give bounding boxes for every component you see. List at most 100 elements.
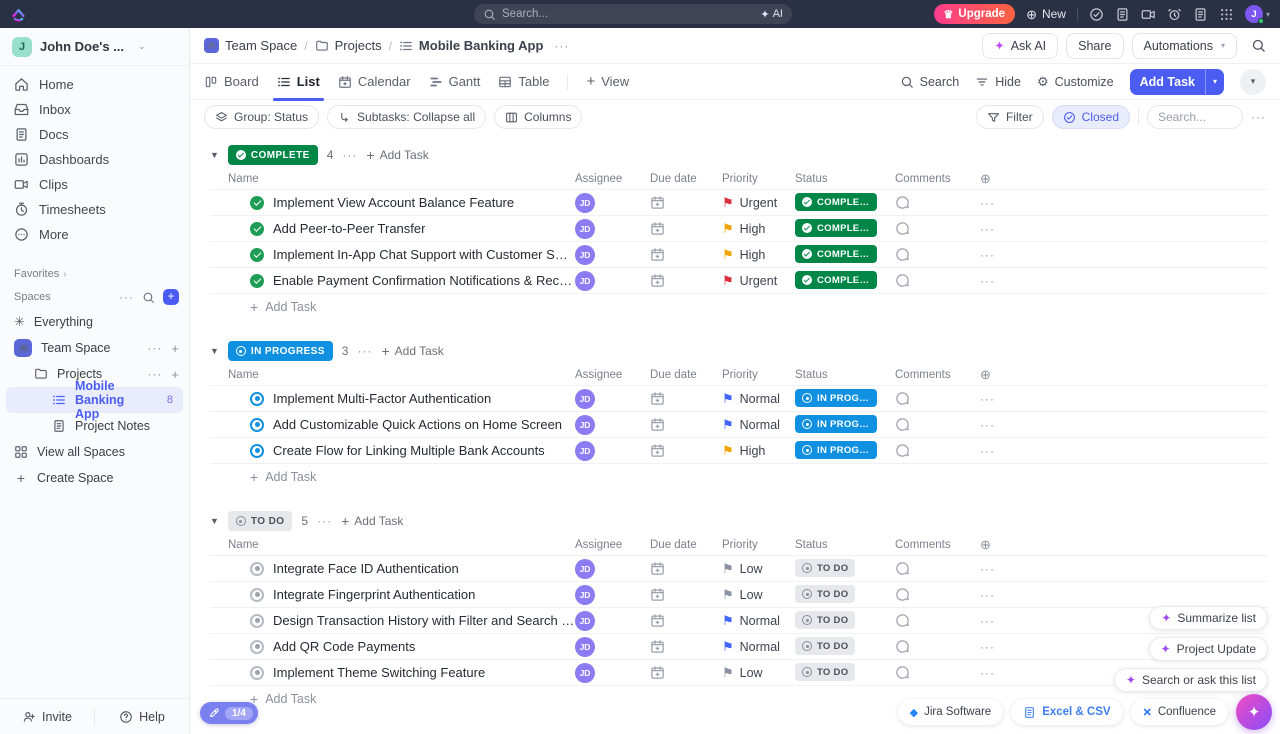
add-to-space-icon[interactable]: + bbox=[171, 341, 179, 356]
task-row[interactable]: Implement In-App Chat Support with Custo… bbox=[210, 242, 1268, 268]
status-badge[interactable]: COMPLETE bbox=[795, 219, 877, 237]
sidebar-item-timesheets[interactable]: Timesheets bbox=[0, 197, 189, 222]
column-comments[interactable]: Comments bbox=[895, 173, 980, 185]
sidebar-item-clips[interactable]: Clips bbox=[0, 172, 189, 197]
breadcrumb-menu-icon[interactable]: ··· bbox=[554, 39, 569, 53]
priority-cell[interactable]: ⚑High bbox=[722, 444, 795, 458]
add-view-button[interactable]: +View bbox=[586, 64, 629, 100]
priority-cell[interactable]: ⚑Low bbox=[722, 588, 795, 602]
group-add-task-button[interactable]: +Add Task bbox=[341, 513, 403, 529]
assignee-avatar[interactable]: JD bbox=[575, 193, 595, 213]
priority-cell[interactable]: ⚑Normal bbox=[722, 640, 795, 654]
comments-icon[interactable] bbox=[895, 273, 910, 288]
list-search-button[interactable]: Search bbox=[900, 75, 960, 89]
sidebar-item-team-space[interactable]: Team Space ···+ bbox=[0, 335, 189, 361]
task-name[interactable]: Design Transaction History with Filter a… bbox=[273, 613, 575, 628]
account-menu[interactable]: J ▾ bbox=[1245, 5, 1270, 23]
task-todo-icon[interactable] bbox=[250, 666, 264, 680]
due-date-icon[interactable] bbox=[650, 417, 665, 432]
customize-button[interactable]: ⚙Customize bbox=[1037, 74, 1114, 90]
due-date-icon[interactable] bbox=[650, 613, 665, 628]
task-complete-icon[interactable] bbox=[250, 196, 264, 210]
task-row[interactable]: Add QR Code Payments JD ⚑Normal TO DO ··… bbox=[210, 634, 1268, 660]
header-search-icon[interactable] bbox=[1251, 38, 1266, 53]
record-clip-icon[interactable] bbox=[1141, 7, 1156, 22]
priority-cell[interactable]: ⚑Normal bbox=[722, 614, 795, 628]
upgrade-button[interactable]: ♛Upgrade bbox=[934, 4, 1016, 24]
task-row[interactable]: Integrate Fingerprint Authentication JD … bbox=[210, 582, 1268, 608]
add-task-button[interactable]: Add Task ▾ bbox=[1130, 69, 1224, 95]
due-date-icon[interactable] bbox=[650, 247, 665, 262]
comments-icon[interactable] bbox=[895, 195, 910, 210]
sidebar-item-mobile-banking-app[interactable]: Mobile Banking App 8 bbox=[6, 387, 183, 413]
task-row[interactable]: Implement Theme Switching Feature JD ⚑Lo… bbox=[210, 660, 1268, 686]
group-by-pill[interactable]: Group: Status bbox=[204, 105, 319, 129]
task-name[interactable]: Implement In-App Chat Support with Custo… bbox=[273, 247, 575, 262]
task-row[interactable]: Implement Multi-Factor Authentication JD… bbox=[210, 386, 1268, 412]
due-date-icon[interactable] bbox=[650, 273, 665, 288]
columns-pill[interactable]: Columns bbox=[494, 105, 582, 129]
sidebar-item-project-notes[interactable]: Project Notes bbox=[0, 413, 189, 439]
status-badge[interactable]: TO DO bbox=[795, 611, 855, 629]
add-column-icon[interactable]: ⊕ bbox=[980, 171, 991, 186]
subtasks-pill[interactable]: Subtasks: Collapse all bbox=[327, 105, 486, 129]
priority-cell[interactable]: ⚑Low bbox=[722, 666, 795, 680]
column-priority[interactable]: Priority bbox=[722, 539, 795, 551]
column-due-date[interactable]: Due date bbox=[650, 369, 722, 381]
column-status[interactable]: Status bbox=[795, 539, 895, 551]
row-menu-icon[interactable]: ··· bbox=[980, 392, 995, 406]
sidebar-item-everything[interactable]: ✳Everything bbox=[0, 309, 189, 335]
due-date-icon[interactable] bbox=[650, 587, 665, 602]
tab-board[interactable]: Board bbox=[204, 64, 259, 100]
group-add-task-button[interactable]: +Add Task bbox=[366, 147, 428, 163]
comments-icon[interactable] bbox=[895, 391, 910, 406]
row-menu-icon[interactable]: ··· bbox=[980, 418, 995, 432]
status-badge[interactable]: COMPLETE bbox=[795, 193, 877, 211]
due-date-icon[interactable] bbox=[650, 391, 665, 406]
status-badge[interactable]: COMPLETE bbox=[795, 245, 877, 263]
comments-icon[interactable] bbox=[895, 561, 910, 576]
excel-csv-button[interactable]: Excel & CSV bbox=[1011, 699, 1122, 725]
group-menu-icon[interactable]: ··· bbox=[357, 344, 372, 358]
tab-list[interactable]: List bbox=[277, 64, 320, 100]
sidebar-item-inbox[interactable]: Inbox bbox=[0, 97, 189, 122]
assignee-avatar[interactable]: JD bbox=[575, 245, 595, 265]
group-menu-icon[interactable]: ··· bbox=[317, 514, 332, 528]
task-row[interactable]: Create Flow for Linking Multiple Bank Ac… bbox=[210, 438, 1268, 464]
task-name[interactable]: Integrate Face ID Authentication bbox=[273, 561, 459, 576]
task-todo-icon[interactable] bbox=[250, 588, 264, 602]
task-name[interactable]: Integrate Fingerprint Authentication bbox=[273, 587, 475, 602]
list-search-input[interactable] bbox=[1158, 110, 1232, 124]
task-name[interactable]: Implement Multi-Factor Authentication bbox=[273, 391, 491, 406]
clickup-logo-icon[interactable] bbox=[10, 6, 27, 23]
sidebar-item-more[interactable]: More bbox=[0, 222, 189, 247]
assignee-avatar[interactable]: JD bbox=[575, 415, 595, 435]
tab-table[interactable]: Table bbox=[498, 64, 549, 100]
row-menu-icon[interactable]: ··· bbox=[980, 248, 995, 262]
task-todo-icon[interactable] bbox=[250, 614, 264, 628]
global-search[interactable]: ✦AI bbox=[474, 4, 792, 24]
closed-pill[interactable]: Closed bbox=[1052, 105, 1130, 129]
column-due-date[interactable]: Due date bbox=[650, 173, 722, 185]
group-status-badge[interactable]: TO DO bbox=[228, 511, 292, 531]
project-update-button[interactable]: ✦Project Update bbox=[1149, 637, 1268, 661]
task-todo-icon[interactable] bbox=[250, 562, 264, 576]
column-name[interactable]: Name bbox=[228, 539, 575, 551]
row-menu-icon[interactable]: ··· bbox=[980, 640, 995, 654]
trial-progress-pill[interactable]: 1/4 bbox=[200, 702, 258, 724]
help-button[interactable]: Help bbox=[95, 710, 189, 724]
status-badge[interactable]: TO DO bbox=[795, 637, 855, 655]
assignee-avatar[interactable]: JD bbox=[575, 663, 595, 683]
task-in-progress-icon[interactable] bbox=[250, 392, 264, 406]
status-badge[interactable]: TO DO bbox=[795, 663, 855, 681]
priority-cell[interactable]: ⚑Urgent bbox=[722, 274, 795, 288]
comments-icon[interactable] bbox=[895, 247, 910, 262]
comments-icon[interactable] bbox=[895, 587, 910, 602]
collapse-group-icon[interactable]: ▼ bbox=[210, 150, 219, 160]
task-name[interactable]: Add Customizable Quick Actions on Home S… bbox=[273, 417, 562, 432]
invite-button[interactable]: Invite bbox=[0, 710, 94, 724]
assignee-avatar[interactable]: JD bbox=[575, 637, 595, 657]
column-priority[interactable]: Priority bbox=[722, 173, 795, 185]
tab-gantt[interactable]: Gantt bbox=[429, 64, 481, 100]
due-date-icon[interactable] bbox=[650, 639, 665, 654]
